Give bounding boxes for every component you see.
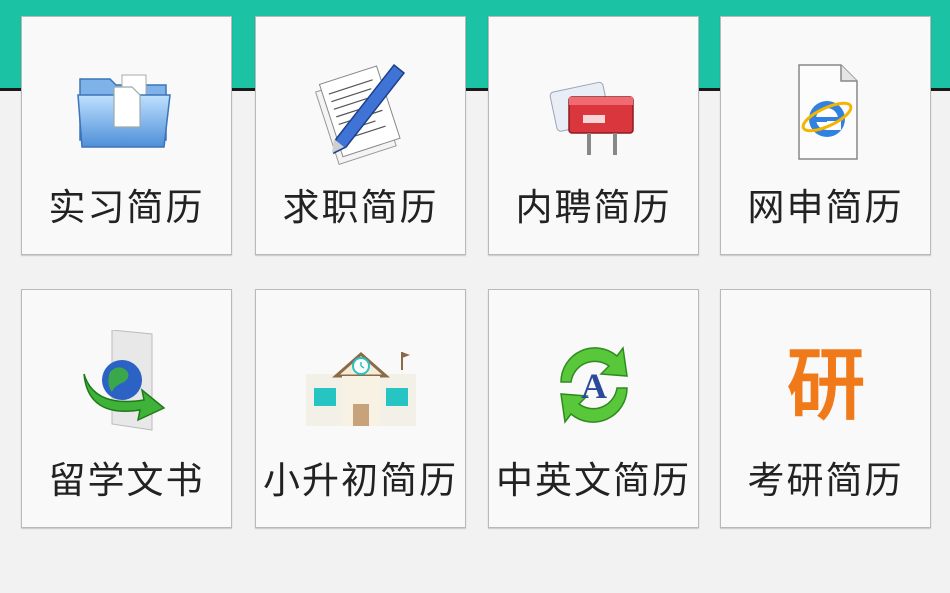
tile-internship-resume[interactable]: 实习简历 bbox=[21, 16, 232, 255]
tile-label: 中英文简历 bbox=[496, 459, 691, 502]
tile-online-application-resume[interactable]: 网申简历 bbox=[720, 16, 931, 255]
mailbox-icon bbox=[539, 57, 649, 167]
tile-label: 网申简历 bbox=[747, 186, 904, 229]
tile-internal-referral-resume[interactable]: 内聘简历 bbox=[488, 16, 699, 255]
tile-label: 求职简历 bbox=[282, 186, 439, 229]
ie-document-icon bbox=[771, 57, 881, 167]
yan-character-glyph: 研 bbox=[786, 341, 864, 431]
tile-label: 留学文书 bbox=[48, 459, 205, 502]
tile-study-abroad-documents[interactable]: 留学文书 bbox=[21, 289, 232, 528]
tile-job-resume[interactable]: 求职简历 bbox=[255, 16, 466, 255]
yan-character-icon: 研 bbox=[771, 330, 881, 440]
tile-label: 考研简历 bbox=[747, 459, 904, 502]
school-building-icon bbox=[305, 330, 416, 440]
folder-icon bbox=[72, 57, 182, 167]
pen-document-icon bbox=[306, 57, 416, 167]
tile-label: 内聘简历 bbox=[515, 186, 672, 229]
translate-icon: A bbox=[539, 330, 649, 440]
tile-postgraduate-resume[interactable]: 研 考研简历 bbox=[720, 289, 931, 528]
tile-label: 小升初简历 bbox=[263, 459, 458, 502]
globe-arrow-icon bbox=[72, 330, 182, 440]
svg-text:A: A bbox=[581, 366, 607, 406]
tile-primary-to-middle-school-resume[interactable]: 小升初简历 bbox=[255, 289, 466, 528]
tile-label: 实习简历 bbox=[48, 186, 205, 229]
tile-chinese-english-resume[interactable]: A 中英文简历 bbox=[488, 289, 699, 528]
